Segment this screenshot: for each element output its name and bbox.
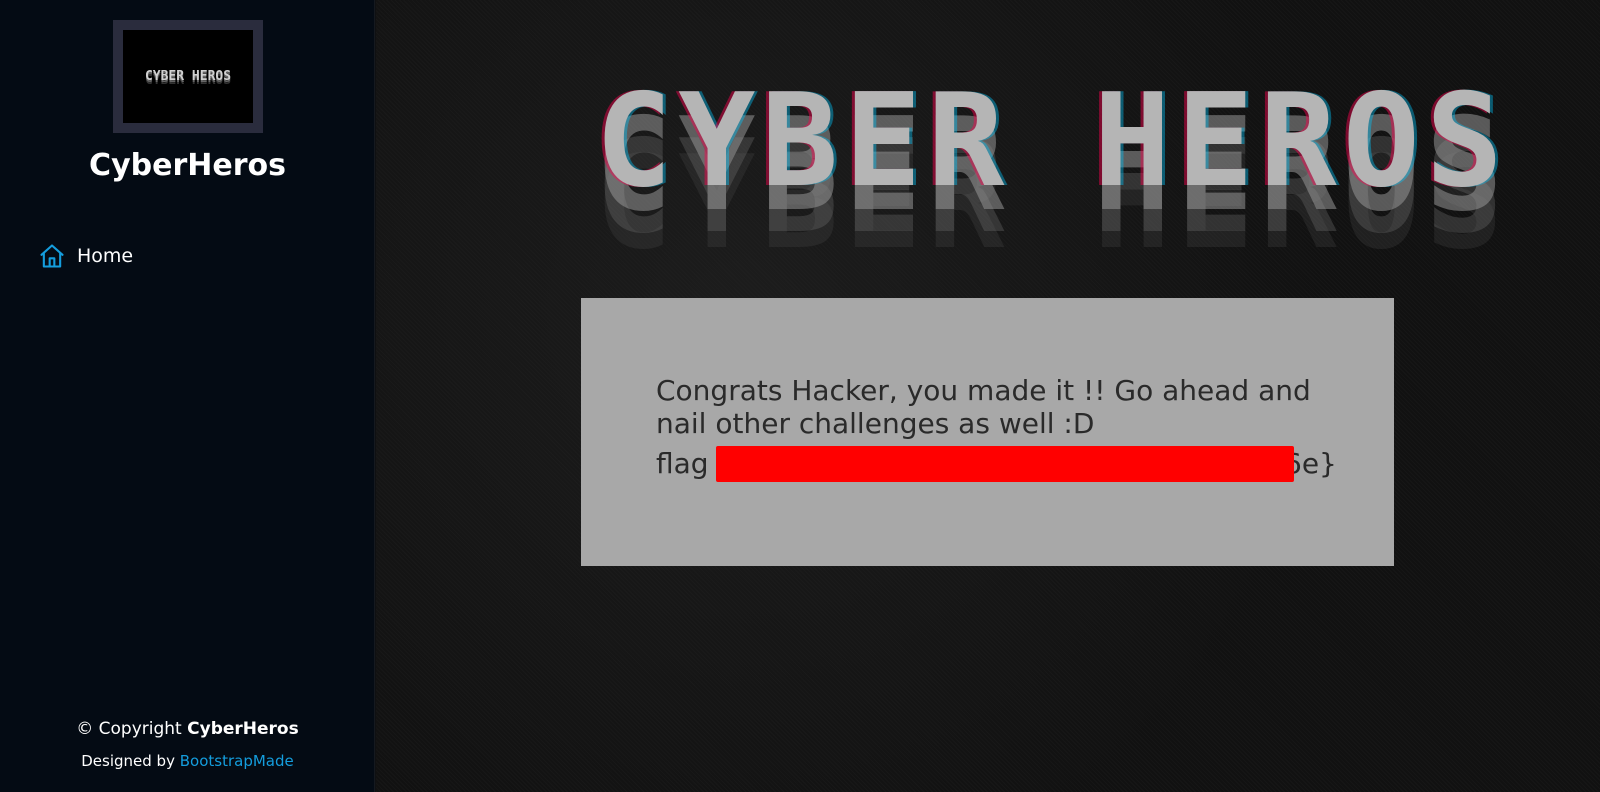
brand-name: CyberHeros [89,148,286,183]
nav-item-home[interactable]: Home [38,240,133,272]
flag-prefix: flag [656,447,709,480]
flag-redaction-bar [716,446,1294,482]
logo-image: CYBER HEROS [123,30,253,123]
congrats-message: Congrats Hacker, you made it !! Go ahead… [656,374,1311,440]
house-icon [40,244,64,268]
bootstrapmade-link[interactable]: BootstrapMade [180,752,294,770]
designed-by: Designed by BootstrapMade [0,752,375,770]
designed-prefix: Designed by [81,752,175,770]
logo-frame[interactable]: CYBER HEROS [113,20,263,133]
message-card: Congrats Hacker, you made it !! Go ahead… [581,298,1394,566]
copyright: © Copyright CyberHeros [0,719,375,739]
copyright-prefix: © Copyright [76,719,182,739]
cyber-heros-banner: CYBER HEROS [588,78,1516,268]
sidebar: CYBER HEROS CyberHeros Home © Copyright … [0,0,375,792]
banner-text: CYBER HEROS [595,78,1509,216]
logo-text: CYBER HEROS [144,69,232,84]
copyright-brand: CyberHeros [187,719,299,739]
nav-item-home-label: Home [77,245,134,267]
